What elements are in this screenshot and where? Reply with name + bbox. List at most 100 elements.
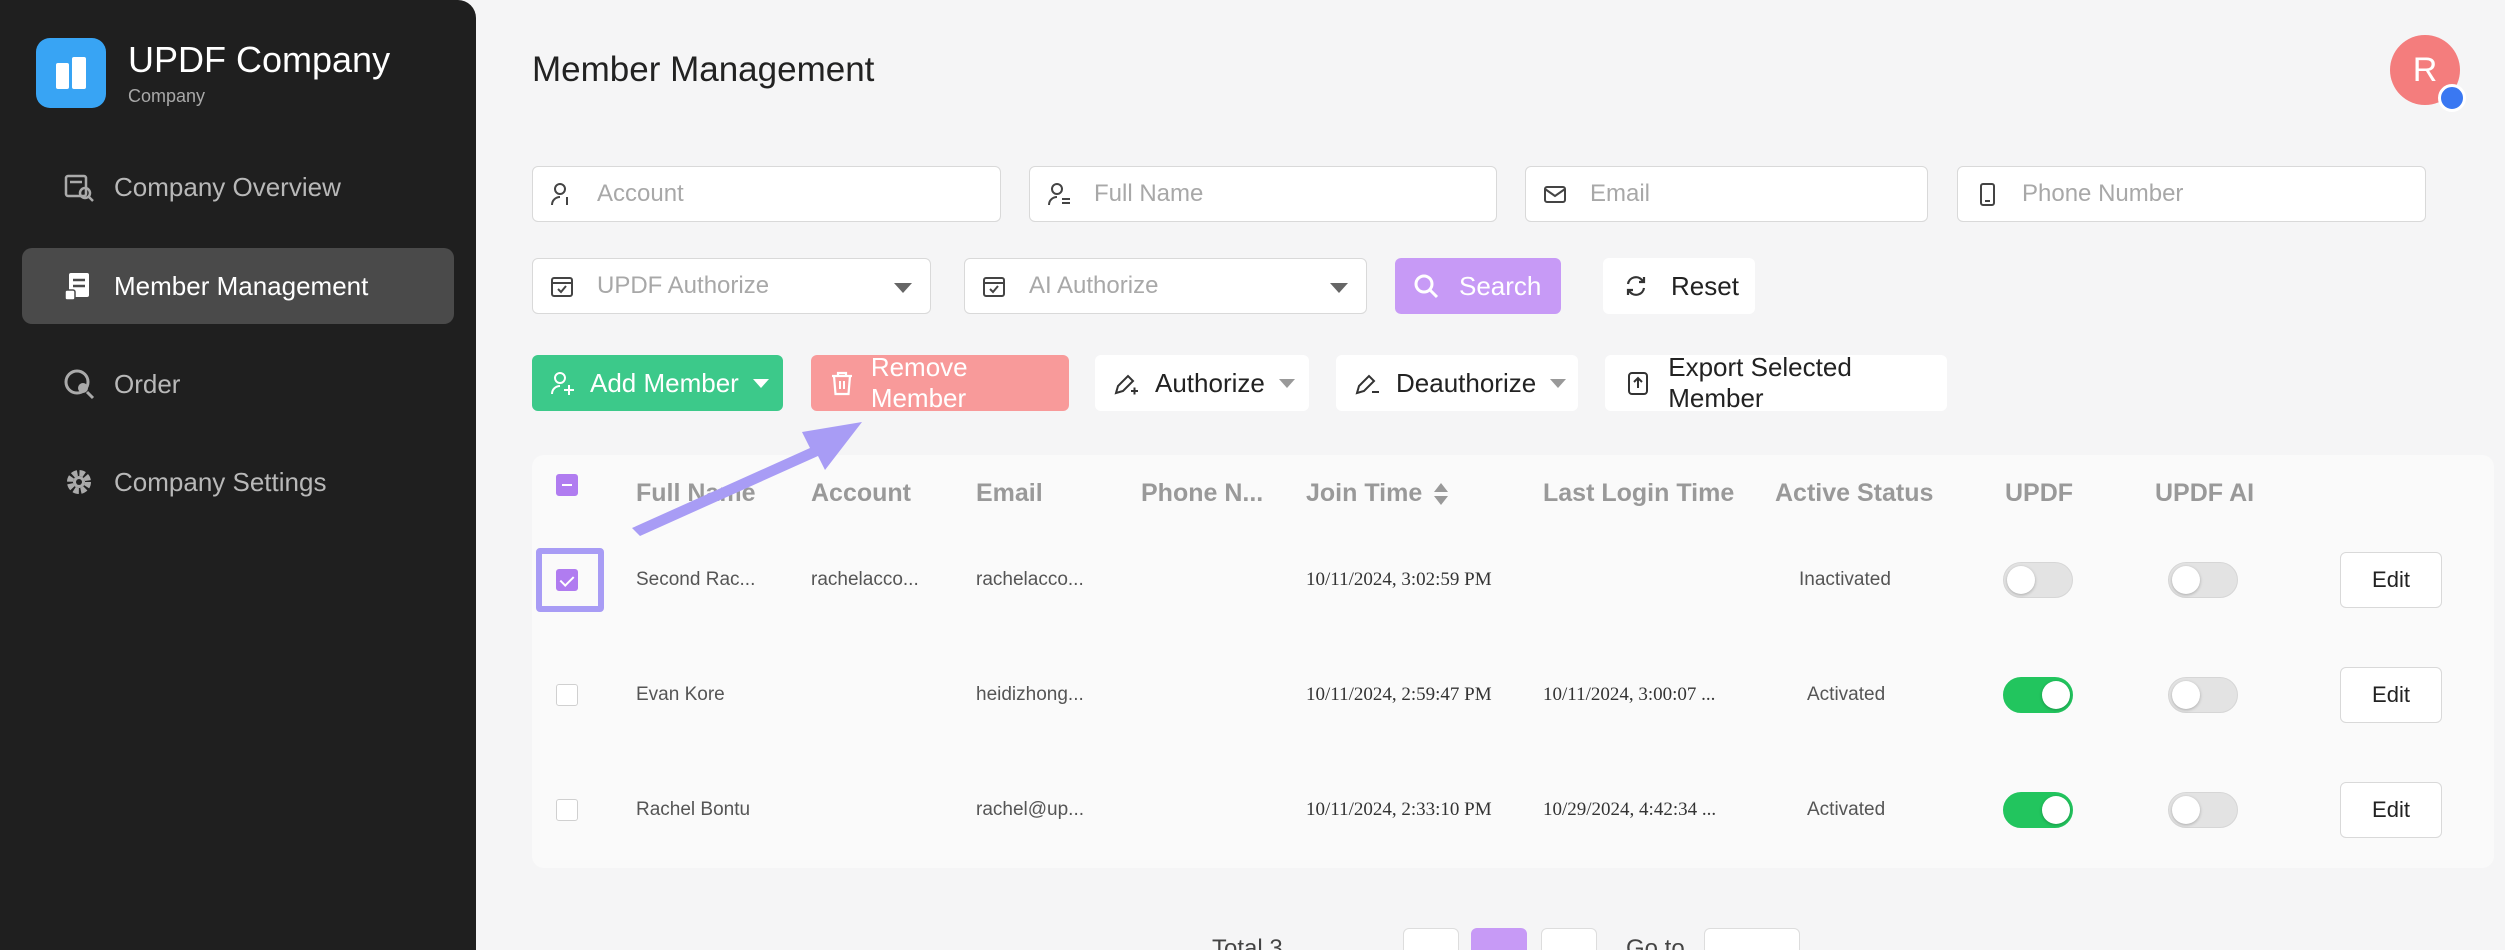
search-button-label: Search	[1459, 270, 1542, 301]
chevron-down-icon	[1278, 378, 1295, 388]
chevron-down-icon	[752, 378, 769, 388]
remove-member-label: Remove Member	[870, 352, 968, 413]
fullname-placeholder: Full Name	[1094, 180, 1204, 207]
updf-ai-toggle[interactable]	[2168, 677, 2238, 713]
company-badge-icon	[2438, 84, 2466, 112]
cell-last-login: 10/11/2024, 3:00:07 ...	[1543, 684, 1716, 705]
order-search-icon	[62, 367, 96, 401]
edit-button[interactable]: Edit	[2340, 667, 2442, 723]
authorize-button[interactable]: Authorize	[1095, 355, 1309, 411]
reset-button-label: Reset	[1671, 270, 1739, 301]
updf-toggle[interactable]	[2003, 562, 2073, 598]
sidebar: UPDF Company Company Company Overview Me…	[0, 0, 476, 950]
fullname-input[interactable]: Full Name	[1029, 166, 1497, 222]
email-placeholder: Email	[1590, 180, 1651, 207]
search-button[interactable]: Search	[1395, 258, 1561, 314]
sidebar-item-order[interactable]: Order	[22, 346, 454, 422]
cell-join-time: 10/11/2024, 2:33:10 PM	[1306, 799, 1492, 820]
chevron-down-icon	[1330, 283, 1348, 293]
updf-ai-toggle[interactable]	[2168, 562, 2238, 598]
export-selected-button[interactable]: Export Selected Member	[1605, 352, 1947, 413]
cell-email: heidizhong...	[976, 684, 1084, 705]
chevron-down-icon	[1550, 378, 1567, 388]
cell-email: rachelacco...	[976, 569, 1084, 590]
cell-status: Activated	[1807, 799, 1886, 820]
prev-page-button[interactable]	[1403, 928, 1459, 950]
account-input[interactable]: Account	[532, 166, 1001, 222]
mail-icon	[1540, 179, 1570, 209]
company-logo-icon	[36, 38, 106, 108]
sidebar-item-member-management[interactable]: Member Management	[22, 248, 454, 324]
add-user-icon	[548, 368, 578, 398]
sidebar-item-label: Order	[114, 368, 181, 399]
brand-title: UPDF Company	[128, 38, 391, 80]
pen-plus-icon	[1111, 368, 1141, 398]
search-icon	[1411, 271, 1441, 301]
cell-account: rachelacco...	[811, 569, 919, 590]
row-checkbox[interactable]	[556, 684, 578, 706]
cell-full-name: Evan Kore	[636, 684, 725, 705]
phone-placeholder: Phone Number	[2022, 180, 2184, 207]
export-selected-label: Export Selected Member	[1668, 352, 1852, 413]
header-phone: Phone N...	[1141, 479, 1264, 507]
sidebar-item-company-settings[interactable]: Company Settings	[22, 444, 454, 520]
pagination-total: Total 3	[1212, 935, 1283, 950]
row-checkbox[interactable]	[556, 799, 578, 821]
annotation-arrow-icon	[632, 422, 862, 536]
brand: UPDF Company Company	[36, 38, 390, 108]
cell-email: rachel@up...	[976, 799, 1085, 820]
chevron-down-icon	[894, 283, 912, 293]
calendar-check-icon	[547, 271, 577, 301]
updf-authorize-placeholder: UPDF Authorize	[597, 272, 770, 299]
cell-status: Inactivated	[1799, 569, 1891, 590]
trash-icon	[827, 368, 857, 398]
ai-authorize-placeholder: AI Authorize	[1029, 272, 1159, 299]
sort-icon[interactable]	[1434, 482, 1449, 506]
ai-authorize-select[interactable]: AI Authorize	[964, 258, 1367, 314]
annotation-highlight-box	[536, 548, 604, 612]
deauthorize-label: Deauthorize	[1396, 367, 1537, 398]
header-email: Email	[976, 479, 1043, 507]
phone-icon	[1972, 179, 2002, 209]
page-button-current[interactable]	[1471, 928, 1527, 950]
building-search-icon	[62, 170, 96, 204]
add-member-button[interactable]: Add Member	[532, 355, 783, 411]
header-active-status: Active Status	[1775, 479, 1934, 507]
header-last-login: Last Login Time	[1543, 479, 1735, 507]
updf-ai-toggle[interactable]	[2168, 792, 2238, 828]
header-updf-ai: UPDF AI	[2155, 479, 2255, 507]
user-icon	[547, 179, 577, 209]
select-all-checkbox[interactable]	[556, 474, 578, 496]
edit-button[interactable]: Edit	[2340, 782, 2442, 838]
cell-full-name: Rachel Bontu	[636, 799, 751, 820]
header-join-time[interactable]: Join Time	[1306, 475, 1449, 511]
sidebar-item-label: Member Management	[114, 270, 369, 301]
remove-member-button[interactable]: Remove Member	[811, 352, 1069, 413]
join-time-label: Join Time	[1306, 479, 1423, 507]
cell-join-time: 10/11/2024, 3:02:59 PM	[1306, 569, 1492, 590]
sidebar-item-label: Company Settings	[114, 466, 327, 497]
gear-icon	[62, 465, 96, 499]
account-placeholder: Account	[597, 180, 684, 207]
refresh-icon	[1621, 271, 1651, 301]
edit-button[interactable]: Edit	[2340, 552, 2442, 608]
calendar-check-icon	[979, 271, 1009, 301]
reset-button[interactable]: Reset	[1603, 258, 1755, 314]
phone-input[interactable]: Phone Number	[1957, 166, 2426, 222]
sidebar-item-label: Company Overview	[114, 171, 341, 202]
page-title: Member Management	[532, 50, 875, 89]
deauthorize-button[interactable]: Deauthorize	[1336, 355, 1578, 411]
goto-page-input[interactable]	[1704, 928, 1800, 950]
sidebar-item-company-overview[interactable]: Company Overview	[22, 149, 454, 225]
email-input[interactable]: Email	[1525, 166, 1928, 222]
updf-toggle[interactable]	[2003, 792, 2073, 828]
next-page-button[interactable]	[1541, 928, 1597, 950]
export-icon	[1623, 368, 1652, 398]
cell-last-login: 10/29/2024, 4:42:34 ...	[1543, 799, 1717, 820]
authorize-label: Authorize	[1155, 367, 1265, 398]
updf-authorize-select[interactable]: UPDF Authorize	[532, 258, 931, 314]
pen-minus-icon	[1352, 368, 1382, 398]
updf-toggle[interactable]	[2003, 677, 2073, 713]
cell-full-name: Second Rac...	[636, 569, 756, 590]
header-updf: UPDF	[2005, 479, 2074, 507]
